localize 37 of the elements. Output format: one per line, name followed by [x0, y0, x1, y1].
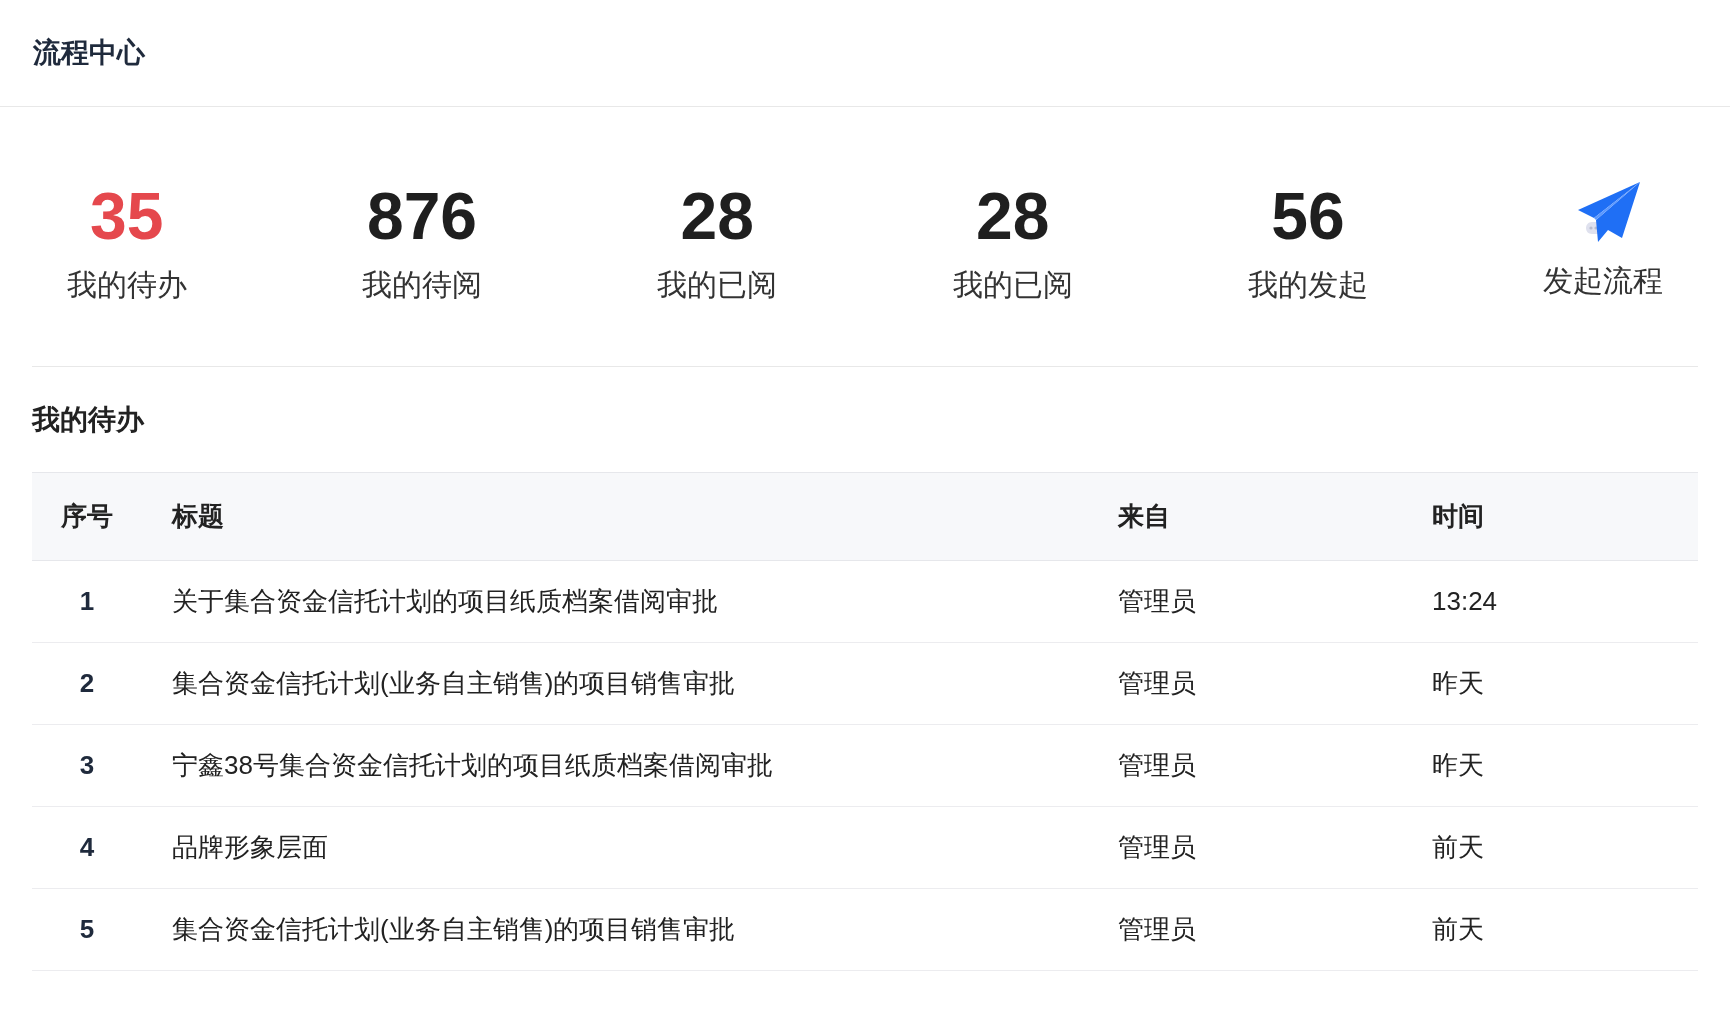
- stat-count: 56: [1271, 178, 1345, 255]
- stat-count: 35: [89, 178, 164, 255]
- start-process-button[interactable]: 发起流程: [1508, 180, 1698, 303]
- stat-count: 28: [975, 178, 1050, 255]
- table-cell: 品牌形象层面: [172, 832, 328, 862]
- table-cell: 管理员: [1118, 832, 1196, 862]
- table-cell: 前天: [1432, 832, 1484, 862]
- column-header: 时间: [1432, 501, 1484, 531]
- stat-label: 我的发起: [1247, 267, 1368, 303]
- stat-count: 28: [680, 178, 755, 255]
- column-header: 来自: [1118, 501, 1170, 531]
- table-cell: 2: [79, 668, 95, 698]
- table-cell: 昨天: [1432, 750, 1484, 780]
- stat-label: 我的待办: [66, 267, 187, 303]
- table-cell: 管理员: [1118, 750, 1196, 780]
- stat-label: 我的已阅: [952, 267, 1073, 303]
- stat-count: 876: [366, 178, 478, 255]
- stat-label: 我的待阅: [362, 267, 482, 303]
- table-cell: 13:24: [1432, 586, 1498, 616]
- column-header: 序号: [61, 501, 113, 531]
- table-cell: 集合资金信托计划(业务自主销售)的项目销售审批: [172, 914, 736, 944]
- table-cell: 宁鑫38号集合资金信托计划的项目纸质档案借阅审批: [172, 750, 773, 780]
- table-cell: 3: [79, 750, 95, 780]
- table-cell: 1: [79, 586, 95, 616]
- table-cell: 4: [79, 832, 95, 862]
- table-cell: 关于集合资金信托计划的项目纸质档案借阅审批: [172, 586, 718, 616]
- table-cell: 管理员: [1118, 914, 1196, 944]
- table-cell: 管理员: [1118, 668, 1196, 698]
- section-title: 我的待办: [32, 402, 144, 437]
- table-cell: 昨天: [1432, 668, 1484, 698]
- table-cell: 5: [79, 914, 95, 944]
- table-cell: 管理员: [1118, 586, 1196, 616]
- stat-label: 我的已阅: [657, 267, 778, 303]
- page-title: 流程中心: [33, 36, 145, 70]
- table-cell: 前天: [1432, 914, 1484, 944]
- column-header: 标题: [172, 501, 224, 531]
- table-cell: 集合资金信托计划(业务自主销售)的项目销售审批: [172, 668, 736, 698]
